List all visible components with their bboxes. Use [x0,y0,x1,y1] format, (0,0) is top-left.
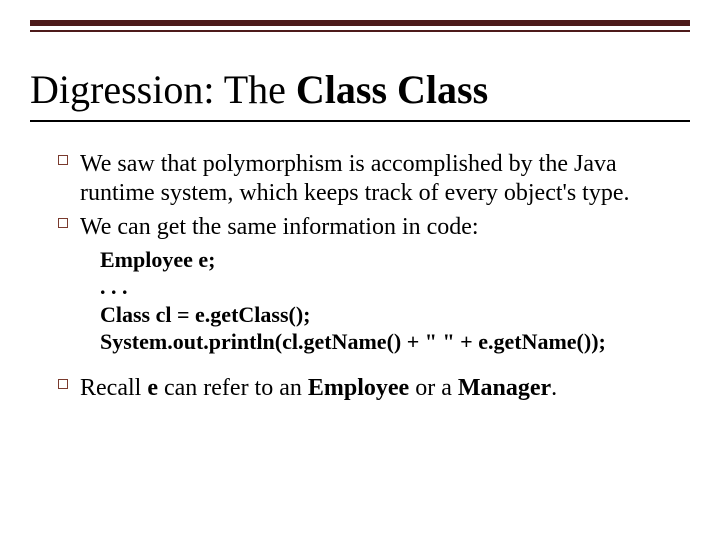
slide-body: We saw that polymorphism is accomplished… [46,150,680,407]
slide: Digression: The Class Class We saw that … [0,0,720,540]
bullet-text-1: We saw that polymorphism is accomplished… [80,150,680,209]
list-item: We can get the same information in code: [46,213,680,242]
b3-end: . [551,375,557,401]
title-bold: Class Class [296,67,488,112]
top-rules [30,20,690,32]
title-prefix: Digression: The [30,67,296,112]
list-item: Recall e can refer to an Employee or a M… [46,374,680,403]
rule-thin [30,30,690,32]
b3-or: or a [409,375,458,401]
code-line: . . . [100,273,680,301]
code-line: Class cl = e.getClass(); [100,301,680,329]
b3-emp: Employee [308,375,409,401]
bullet-text-2: We can get the same information in code: [80,213,680,242]
code-line: System.out.println(cl.getName() + " " + … [100,328,680,356]
b3-mgr: Manager [458,375,551,401]
b3-mid: can refer to an [158,375,308,401]
b3-e: e [147,375,158,401]
list-item: We saw that polymorphism is accomplished… [46,150,680,209]
code-line: Employee e; [100,246,680,274]
title-underline [30,120,690,122]
bullet-icon [46,213,80,228]
rule-thick [30,20,690,26]
slide-title: Digression: The Class Class [30,68,690,112]
bullet-icon [46,150,80,165]
b3-pre: Recall [80,375,147,401]
bullet-icon [46,374,80,389]
code-block: Employee e; . . . Class cl = e.getClass(… [100,246,680,356]
bullet-text-3: Recall e can refer to an Employee or a M… [80,374,680,403]
